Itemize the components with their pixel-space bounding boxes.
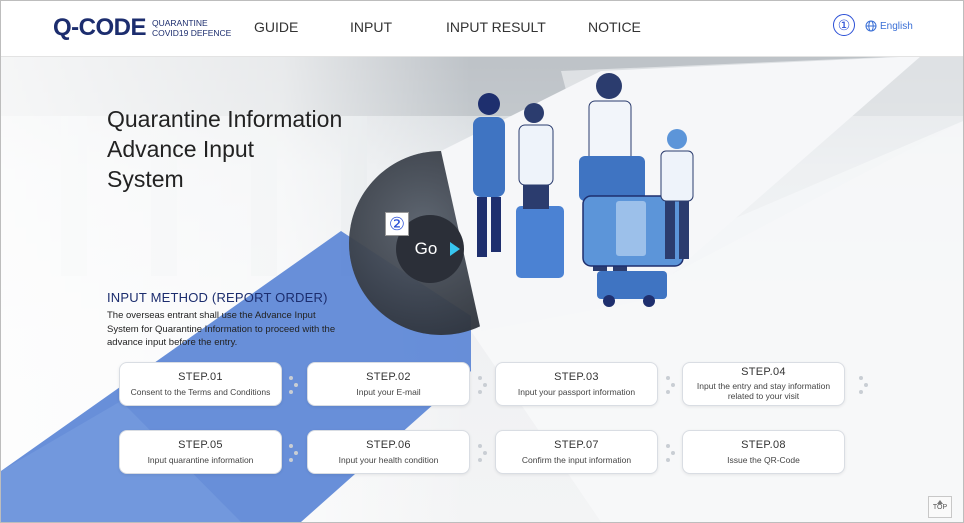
annotation-marker-2: ② <box>385 212 409 236</box>
nav-input[interactable]: INPUT <box>350 19 392 35</box>
step-description: Issue the QR-Code <box>727 455 800 465</box>
hero-title: Quarantine Information Advance Input Sys… <box>107 104 367 194</box>
step-card-02[interactable]: STEP.02 Input your E-mail <box>307 362 470 406</box>
step-description: Consent to the Terms and Conditions <box>130 387 271 397</box>
step-card-03[interactable]: STEP.03 Input your passport information <box>495 362 658 406</box>
step-title: STEP.01 <box>178 371 223 383</box>
step-description: Confirm the input information <box>521 455 632 465</box>
step-title: STEP.07 <box>554 439 599 451</box>
step-connector-dots <box>666 444 676 462</box>
input-method-description: The overseas entrant shall use the Advan… <box>107 310 336 348</box>
step-description: Input your E-mail <box>356 387 421 397</box>
globe-icon <box>865 20 877 32</box>
nav-input-result[interactable]: INPUT RESULT <box>446 19 546 35</box>
step-connector-dots <box>478 376 488 394</box>
scroll-to-top-button[interactable]: TOP <box>928 496 952 518</box>
step-title: STEP.03 <box>554 371 599 383</box>
step-title: STEP.02 <box>366 371 411 383</box>
step-title: STEP.08 <box>741 439 786 451</box>
step-connector-dots <box>666 376 676 394</box>
step-connector-dots <box>289 444 299 462</box>
annotation-marker-1: ① <box>833 14 855 36</box>
logo-text: Q-CODE <box>53 14 147 41</box>
step-connector-dots <box>478 444 488 462</box>
hero-title-line1: Quarantine Information <box>107 106 343 132</box>
step-card-08[interactable]: STEP.08 Issue the QR-Code <box>682 430 845 474</box>
step-description: Input your passport information <box>517 387 636 397</box>
logo-subtitle: QUARANTINE COVID19 DEFENCE <box>152 18 231 38</box>
hero-title-line2: Advance Input <box>107 136 255 162</box>
nav-notice[interactable]: NOTICE <box>588 19 641 35</box>
step-description: Input the entry and stay information rel… <box>696 381 831 401</box>
step-title: STEP.05 <box>178 439 223 451</box>
top-header: Q-CODE QUARANTINE COVID19 DEFENCE GUIDE … <box>1 1 963 57</box>
step-connector-dots <box>859 376 869 394</box>
step-connector-dots <box>289 376 299 394</box>
step-title: STEP.04 <box>741 366 786 378</box>
step-description: Input your health condition <box>338 455 439 465</box>
step-card-04[interactable]: STEP.04 Input the entry and stay informa… <box>682 362 845 406</box>
logo-subtitle-line1: QUARANTINE <box>152 18 208 28</box>
step-card-05[interactable]: STEP.05 Input quarantine information <box>119 430 282 474</box>
step-description: Input quarantine information <box>147 455 254 465</box>
q-code-logo[interactable]: Q-CODE QUARANTINE COVID19 DEFENCE <box>53 14 231 42</box>
step-card-01[interactable]: STEP.01 Consent to the Terms and Conditi… <box>119 362 282 406</box>
play-arrow-icon <box>450 242 460 256</box>
step-title: STEP.06 <box>366 439 411 451</box>
input-method-title: INPUT METHOD (REPORT ORDER) <box>107 290 328 305</box>
nav-guide[interactable]: GUIDE <box>254 19 298 35</box>
hero-title-line3: System <box>107 166 184 192</box>
top-button-label: TOP <box>932 504 948 511</box>
step-card-06[interactable]: STEP.06 Input your health condition <box>307 430 470 474</box>
logo-subtitle-line2: COVID19 DEFENCE <box>152 28 232 38</box>
step-card-07[interactable]: STEP.07 Confirm the input information <box>495 430 658 474</box>
page-frame: Q-CODE QUARANTINE COVID19 DEFENCE GUIDE … <box>0 0 964 523</box>
go-button-label: Go <box>414 239 438 258</box>
language-label: English <box>880 20 913 32</box>
language-selector[interactable]: English <box>865 20 913 32</box>
